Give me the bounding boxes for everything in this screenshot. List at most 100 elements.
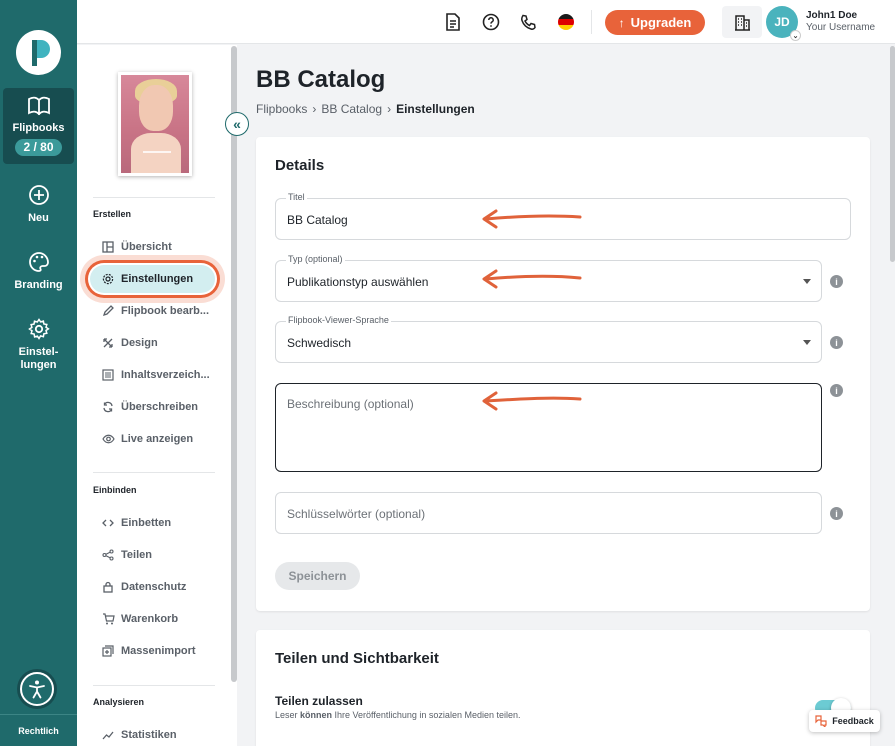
breadcrumb-link-catalog[interactable]: BB Catalog bbox=[321, 102, 382, 116]
info-icon[interactable]: i bbox=[830, 336, 843, 349]
subnav-item-statistiken[interactable]: Statistiken bbox=[101, 723, 225, 746]
chevron-right-icon: › bbox=[312, 102, 317, 116]
sharing-card: Teilen und Sichtbarkeit Teilen zulassen … bbox=[256, 630, 870, 746]
subnav-label: Statistiken bbox=[121, 729, 177, 741]
code-icon bbox=[101, 516, 115, 530]
avatar-initials: JD bbox=[774, 15, 790, 29]
subnav-label: Datenschutz bbox=[121, 581, 187, 593]
language-select-label: Flipbook-Viewer-Sprache bbox=[286, 315, 391, 325]
eye-icon bbox=[101, 432, 115, 446]
subnav-item-datenschutz[interactable]: Datenschutz bbox=[101, 575, 225, 599]
phone-icon[interactable] bbox=[518, 12, 538, 32]
page-title: BB Catalog bbox=[256, 66, 386, 93]
sharing-title: Teilen und Sichtbarkeit bbox=[275, 650, 439, 667]
title-field-value: BB Catalog bbox=[287, 213, 348, 227]
subnav-item-flipbook-bearbeiten[interactable]: Flipbook bearb... bbox=[101, 299, 225, 323]
info-icon[interactable]: i bbox=[830, 384, 843, 397]
subnav-item-massenimport[interactable]: Massenimport bbox=[101, 639, 225, 663]
chevron-right-icon: › bbox=[387, 102, 392, 116]
subnav-item-einbetten[interactable]: Einbetten bbox=[101, 511, 225, 535]
rail-item-flipbooks[interactable]: Flipbooks 2 / 80 bbox=[3, 88, 74, 164]
subnav-item-uebersicht[interactable]: Übersicht bbox=[101, 235, 225, 259]
accessibility-icon bbox=[29, 680, 45, 699]
info-icon[interactable]: i bbox=[830, 507, 843, 520]
feedback-label: Feedback bbox=[832, 716, 874, 726]
language-flag-icon[interactable] bbox=[556, 12, 576, 32]
subnav-label: Design bbox=[121, 337, 158, 349]
rail-label-neu: Neu bbox=[28, 212, 49, 224]
section-title-analysieren: Analysieren bbox=[93, 697, 145, 707]
subnav-label: Einstellungen bbox=[121, 273, 194, 285]
chevrons-left-icon: « bbox=[233, 116, 241, 132]
tools-icon bbox=[101, 336, 115, 350]
upgrade-button[interactable]: ↑ Upgraden bbox=[605, 10, 705, 35]
sharing-label: Teilen zulassen bbox=[275, 694, 363, 708]
chart-line-icon bbox=[101, 728, 115, 742]
language-select-value: Schwedisch bbox=[287, 336, 352, 350]
keywords-placeholder: Schlüsselwörter (optional) bbox=[287, 507, 426, 521]
subnav-label: Teilen bbox=[121, 549, 152, 561]
subnav-label: Warenkorb bbox=[121, 613, 179, 625]
organization-button[interactable] bbox=[722, 6, 762, 38]
subnav-item-design[interactable]: Design bbox=[101, 331, 225, 355]
building-icon bbox=[734, 14, 750, 31]
flipbook-cover-thumbnail[interactable] bbox=[118, 72, 192, 176]
subnav-divider bbox=[93, 472, 215, 473]
rail-item-neu[interactable]: Neu bbox=[0, 184, 77, 225]
breadcrumb: Flipbooks › BB Catalog › Einstellungen bbox=[256, 102, 475, 116]
details-title: Details bbox=[275, 157, 325, 174]
rail-label-einstellungen: Einstel- lungen bbox=[18, 346, 59, 371]
subnav-item-ueberschreiben[interactable]: Überschreiben bbox=[101, 395, 225, 419]
subnav-label: Übersicht bbox=[121, 241, 172, 253]
subnav-item-live-anzeigen[interactable]: Live anzeigen bbox=[101, 427, 225, 451]
subnav-label: Massenimport bbox=[121, 645, 196, 657]
description-placeholder: Beschreibung (optional) bbox=[287, 397, 414, 411]
keywords-input[interactable]: Schlüsselwörter (optional) bbox=[275, 492, 822, 534]
subnav-item-einstellungen[interactable]: Einstellungen bbox=[90, 265, 215, 293]
chevron-down-icon: ⌄ bbox=[790, 30, 801, 41]
sharing-desc-part: Ihre Veröffentlichung in sozialen Medien… bbox=[332, 710, 521, 720]
lock-icon bbox=[101, 580, 115, 594]
save-button[interactable]: Speichern bbox=[275, 562, 360, 590]
subnav-label: Flipbook bearb... bbox=[121, 305, 210, 317]
subnav-scrollbar[interactable] bbox=[231, 46, 237, 682]
info-icon[interactable]: i bbox=[830, 275, 843, 288]
accessibility-button[interactable] bbox=[20, 672, 54, 706]
user-name: John1 Doe bbox=[806, 10, 858, 21]
breadcrumb-link-flipbooks[interactable]: Flipbooks bbox=[256, 102, 307, 116]
arrow-up-icon: ↑ bbox=[618, 15, 625, 30]
help-icon[interactable] bbox=[481, 12, 501, 32]
feedback-button[interactable]: Feedback bbox=[809, 710, 880, 732]
logo-icon bbox=[31, 39, 50, 66]
subnav-label: Einbetten bbox=[121, 517, 172, 529]
caret-down-icon bbox=[803, 340, 811, 345]
rail-label-flipbooks: Flipbooks bbox=[12, 122, 65, 134]
main-rail: Flipbooks 2 / 80 Neu Branding Einstel- l… bbox=[0, 0, 77, 746]
subnav-label: Überschreiben bbox=[121, 401, 199, 413]
document-icon[interactable] bbox=[443, 12, 463, 32]
language-select[interactable]: Flipbook-Viewer-Sprache Schwedisch bbox=[275, 315, 822, 363]
subnav-divider bbox=[93, 685, 215, 686]
rail-legal-link[interactable]: Rechtlich bbox=[0, 714, 77, 746]
user-username: Your Username bbox=[806, 22, 876, 33]
caret-down-icon bbox=[803, 279, 811, 284]
subnav-item-warenkorb[interactable]: Warenkorb bbox=[101, 607, 225, 631]
sharing-desc-bold: können bbox=[300, 710, 333, 720]
refresh-icon bbox=[101, 400, 115, 414]
subnav-item-inhaltsverzeichnis[interactable]: Inhaltsverzeich... bbox=[101, 363, 225, 387]
annotation-arrow-icon bbox=[482, 269, 582, 289]
sharing-desc-part: Leser bbox=[275, 710, 301, 720]
section-title-einbinden: Einbinden bbox=[93, 485, 137, 495]
rail-label-branding: Branding bbox=[14, 279, 63, 291]
subnav-item-teilen[interactable]: Teilen bbox=[101, 543, 225, 567]
main-scrollbar[interactable] bbox=[890, 46, 895, 262]
collapse-sidebar-button[interactable]: « bbox=[225, 112, 249, 136]
app-logo[interactable] bbox=[16, 30, 61, 75]
user-avatar[interactable]: JD ⌄ bbox=[766, 6, 801, 41]
flipbook-subnav: Erstellen Übersicht Einstellungen Flipbo… bbox=[77, 45, 237, 746]
annotation-arrow-icon bbox=[482, 391, 582, 411]
plus-circle-icon bbox=[28, 185, 49, 205]
rail-item-einstellungen[interactable]: Einstel- lungen bbox=[0, 318, 77, 372]
top-bar: ↑ Upgraden JD ⌄ John1 Doe Your Username bbox=[77, 0, 895, 44]
rail-item-branding[interactable]: Branding bbox=[0, 251, 77, 292]
